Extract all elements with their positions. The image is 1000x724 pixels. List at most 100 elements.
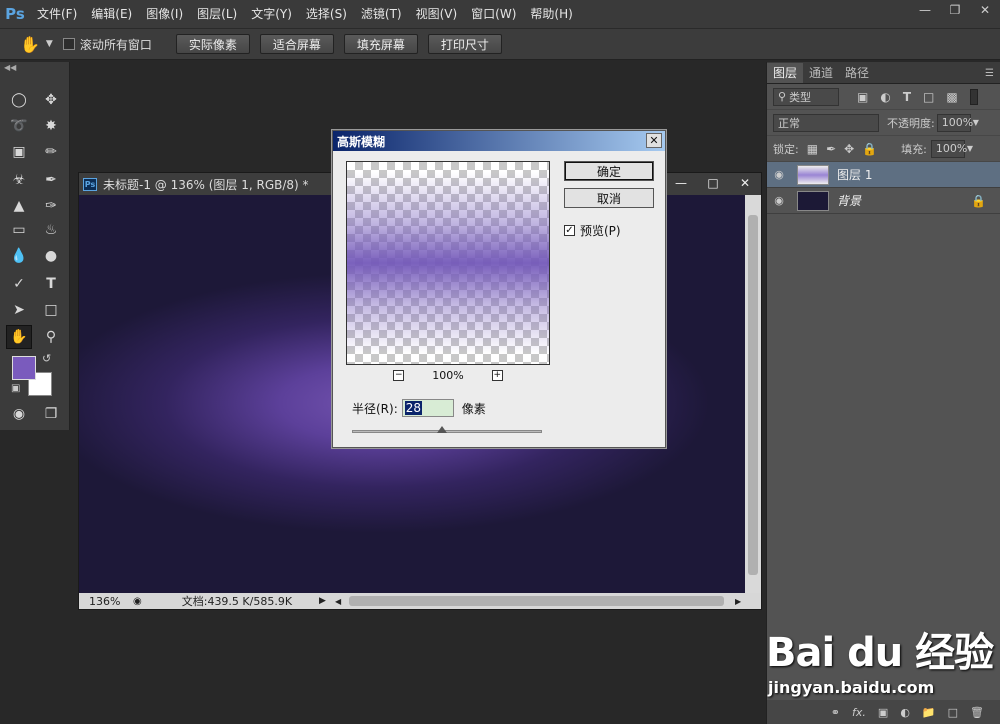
menu-image[interactable]: 图像(I) — [139, 0, 190, 28]
hand-tool-icon[interactable]: ✋ — [20, 35, 40, 54]
vertical-scroll-thumb[interactable] — [748, 215, 758, 575]
print-size-button[interactable]: 打印尺寸 — [427, 34, 502, 54]
tab-layers[interactable]: 图层 — [767, 63, 804, 83]
menu-window[interactable]: 窗口(W) — [464, 0, 523, 28]
lock-image-icon[interactable]: ✒ — [826, 142, 836, 156]
visibility-eye-icon[interactable]: ◉ — [767, 194, 791, 207]
screen-mode-icon[interactable]: ❐ — [38, 402, 64, 426]
eraser-tool-icon[interactable]: ▭ — [6, 218, 32, 242]
zoom-out-icon[interactable]: − — [393, 370, 405, 381]
cancel-button[interactable]: 取消 — [564, 188, 654, 208]
zoom-tool-icon[interactable]: ⚲ — [38, 325, 64, 349]
blend-mode-select[interactable]: 正常 — [773, 113, 879, 132]
tool-preset-dropdown-icon[interactable]: ▼ — [46, 39, 53, 49]
filter-shape-icon[interactable]: □ — [923, 90, 934, 104]
menu-edit[interactable]: 编辑(E) — [84, 0, 139, 28]
fill-dropdown-icon[interactable]: ▼ — [967, 144, 973, 153]
lock-all-icon[interactable]: 🔒 — [862, 142, 877, 156]
opacity-input[interactable]: 100% — [936, 113, 973, 132]
dialog-title-bar[interactable]: 高斯模糊 — [333, 131, 665, 151]
layer-thumbnail — [797, 164, 829, 185]
minimize-icon[interactable]: — — [910, 0, 940, 20]
menu-select[interactable]: 选择(S) — [299, 0, 354, 28]
healing-brush-tool-icon[interactable]: ☣ — [6, 168, 32, 192]
fill-screen-button[interactable]: 填充屏幕 — [343, 34, 418, 54]
default-colors-icon[interactable]: ▣ — [11, 383, 20, 394]
ok-button[interactable]: 确定 — [564, 161, 654, 181]
menu-file[interactable]: 文件(F) — [30, 0, 84, 28]
radius-slider-thumb[interactable] — [437, 426, 447, 433]
zoom-level[interactable]: 136% — [89, 595, 129, 608]
scroll-all-windows-checkbox[interactable]: 滚动所有窗口 — [62, 36, 152, 53]
doc-minimize-icon[interactable]: — — [665, 173, 697, 193]
menu-type[interactable]: 文字(Y) — [244, 0, 299, 28]
gaussian-blur-dialog: 高斯模糊 ✕ − 100% + 确定 取消 ✓ 预览(P) 半径(R): 28 … — [332, 130, 666, 448]
blur-preview[interactable] — [346, 161, 550, 365]
swap-colors-icon[interactable]: ↺ — [42, 352, 51, 365]
lock-position-icon[interactable]: ✥ — [844, 142, 854, 156]
layer-row-background[interactable]: ◉ 背景 🔒 — [767, 188, 1000, 214]
marquee-tool-icon[interactable]: ◯ — [6, 88, 32, 112]
lasso-tool-icon[interactable]: ➰ — [6, 114, 32, 138]
foreground-color-swatch[interactable] — [12, 356, 36, 380]
fit-screen-button[interactable]: 适合屏幕 — [259, 34, 334, 54]
tab-channels[interactable]: 通道 — [803, 63, 839, 83]
blur-tool-icon[interactable]: 💧 — [6, 244, 32, 268]
checkbox-box[interactable] — [62, 38, 75, 50]
status-arrow-icon[interactable]: ▶ — [319, 596, 326, 606]
menu-filter[interactable]: 滤镜(T) — [354, 0, 409, 28]
actual-pixels-button[interactable]: 实际像素 — [175, 34, 250, 54]
dialog-close-icon[interactable]: ✕ — [646, 133, 662, 148]
filter-adjustment-icon[interactable]: ◐ — [880, 90, 890, 104]
opacity-dropdown-icon[interactable]: ▼ — [973, 118, 979, 127]
quick-mask-icon[interactable]: ◉ — [6, 402, 32, 426]
filter-smart-object-icon[interactable]: ▩ — [946, 90, 957, 104]
menu-layer[interactable]: 图层(L) — [190, 0, 244, 28]
filter-pixel-icon[interactable]: ▣ — [857, 90, 868, 104]
layer-name[interactable]: 背景 — [837, 192, 861, 209]
eyedropper-tool-icon[interactable]: ✏ — [38, 140, 64, 164]
restore-icon[interactable]: ❐ — [940, 0, 970, 20]
toolbox-collapse-icon[interactable]: ◀◀ — [4, 63, 16, 72]
menu-help[interactable]: 帮助(H) — [523, 0, 579, 28]
menu-view[interactable]: 视图(V) — [409, 0, 465, 28]
filter-type-icon[interactable]: T — [903, 90, 911, 104]
clone-stamp-tool-icon[interactable]: ▲ — [6, 194, 32, 218]
zoom-in-icon[interactable]: + — [491, 370, 503, 381]
panel-menu-icon[interactable]: ☰ — [985, 68, 994, 79]
layer-filter-select[interactable]: ⚲ 类型 — [773, 87, 839, 106]
filter-toggle-icon[interactable] — [969, 88, 978, 105]
history-brush-tool-icon[interactable]: ✑ — [38, 194, 64, 218]
checkmark-icon[interactable]: ✓ — [564, 225, 575, 236]
preview-checkbox[interactable]: ✓ 预览(P) — [564, 222, 621, 239]
vertical-scrollbar[interactable] — [745, 195, 761, 595]
path-selection-tool-icon[interactable]: ➤ — [6, 298, 32, 322]
close-icon[interactable]: ✕ — [970, 0, 1000, 20]
status-menu-icon[interactable]: ◉ — [133, 596, 142, 607]
doc-close-icon[interactable]: ✕ — [729, 173, 761, 193]
horizontal-scroll-thumb[interactable] — [349, 596, 724, 606]
search-icon: ⚲ — [778, 90, 787, 103]
dodge-tool-icon[interactable]: ● — [38, 244, 64, 268]
ps-document-icon: Ps — [83, 177, 97, 191]
paint-bucket-tool-icon[interactable]: ♨ — [38, 218, 64, 242]
hand-tool-icon[interactable]: ✋ — [6, 325, 32, 349]
rectangle-tool-icon[interactable]: □ — [38, 298, 64, 322]
type-tool-icon[interactable]: T — [38, 272, 64, 296]
pen-tool-icon[interactable]: ✓ — [6, 272, 32, 296]
radius-input[interactable]: 28 — [401, 399, 454, 417]
lock-transparent-icon[interactable]: ▦ — [807, 142, 818, 156]
layer-name[interactable]: 图层 1 — [837, 166, 872, 183]
brush-tool-icon[interactable]: ✒ — [38, 168, 64, 192]
fill-input[interactable]: 100% — [930, 139, 967, 158]
crop-tool-icon[interactable]: ▣ — [6, 140, 32, 164]
tab-paths[interactable]: 路径 — [839, 63, 875, 83]
move-tool-icon[interactable]: ✥ — [38, 88, 64, 112]
radius-slider[interactable] — [352, 426, 542, 433]
doc-maximize-icon[interactable]: □ — [697, 173, 729, 193]
scroll-right-icon[interactable]: ▶ — [735, 597, 741, 606]
magic-wand-tool-icon[interactable]: ✸ — [38, 114, 64, 138]
scroll-left-icon[interactable]: ◀ — [335, 597, 341, 606]
layer-row-layer1[interactable]: ◉ 图层 1 — [767, 162, 1000, 188]
visibility-eye-icon[interactable]: ◉ — [767, 168, 791, 181]
